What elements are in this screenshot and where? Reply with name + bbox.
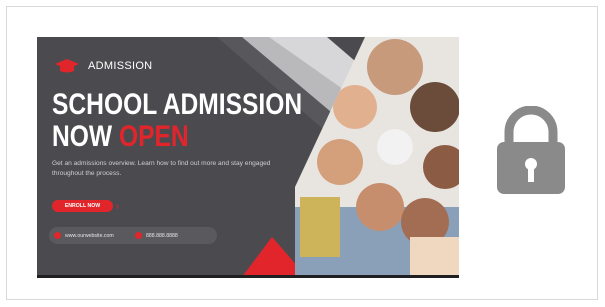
phone-text: 888.888.8888: [146, 232, 178, 239]
students-photo: [295, 37, 459, 277]
banner-description: Get an admissions overview. Learn how to…: [52, 160, 271, 177]
chevron-right-icon: ›: [116, 201, 119, 211]
graduation-cap-icon: [55, 59, 79, 73]
contact-bar: www.ourwebsite.com 888.888.8888: [49, 227, 217, 244]
headline-now: NOW: [52, 120, 119, 153]
admission-banner-image[interactable]: ADMISSION SCHOOL ADMISSION NOW OPEN Get …: [37, 37, 459, 277]
headline-line-2: NOW OPEN: [52, 121, 302, 153]
badge-label: ADMISSION: [88, 60, 153, 72]
globe-icon: [54, 232, 61, 239]
headline-line-1: SCHOOL ADMISSION: [52, 88, 303, 121]
website-contact: www.ourwebsite.com: [54, 227, 114, 244]
admission-badge: ADMISSION: [54, 57, 152, 75]
lock-icon[interactable]: [495, 106, 567, 196]
enroll-now-button: ENROLL NOW: [52, 200, 113, 212]
phone-icon: [135, 232, 142, 239]
headline-open: OPEN: [118, 120, 189, 153]
phone-contact: 888.888.8888: [135, 227, 178, 244]
banner-headline: SCHOOL ADMISSION NOW OPEN: [52, 89, 302, 153]
website-text: www.ourwebsite.com: [65, 232, 114, 239]
banner-bottom-edge: [37, 275, 459, 278]
